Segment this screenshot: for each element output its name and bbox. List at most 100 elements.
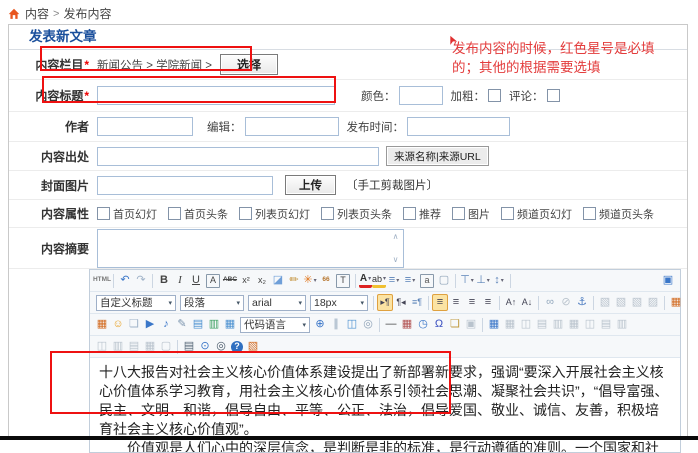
align-top-icon[interactable]: ⊤▾	[459, 272, 475, 289]
insert-col-icon[interactable]: ▥	[550, 316, 566, 333]
delete-col-icon[interactable]: ▥	[614, 316, 630, 333]
strikethrough-icon[interactable]: ABC	[222, 272, 238, 289]
attr-option[interactable]: 图片	[452, 206, 490, 222]
grid-icon[interactable]: ▦	[142, 338, 158, 355]
attr-checkbox[interactable]	[168, 207, 181, 220]
note-icon[interactable]: ▣	[463, 316, 479, 333]
align-bottom-icon[interactable]: ⊥▾	[475, 272, 491, 289]
attr-checkbox[interactable]	[501, 207, 514, 220]
video-icon[interactable]: ▶	[142, 316, 158, 333]
publish-time-input[interactable]	[407, 117, 510, 136]
spray-icon[interactable]: ✳▾	[302, 272, 318, 289]
attachment-icon[interactable]: ✎	[174, 316, 190, 333]
img-center-icon[interactable]: ▧	[613, 294, 629, 311]
align-center-icon[interactable]: ≡	[448, 294, 464, 311]
link-icon[interactable]: ∞	[542, 294, 558, 311]
col-props-icon[interactable]: ▤	[126, 338, 142, 355]
attr-option[interactable]: 列表页幻灯	[239, 206, 310, 222]
pagebreak-icon[interactable]: ∥	[328, 316, 344, 333]
attr-checkbox[interactable]	[583, 207, 596, 220]
code-language-select[interactable]: 代码语言▾	[240, 317, 310, 333]
align-justify-icon[interactable]: ≡	[480, 294, 496, 311]
map-icon[interactable]: ◎	[360, 316, 376, 333]
img-inline-icon[interactable]: ▨	[645, 294, 661, 311]
decrease-font-icon[interactable]: A↓	[519, 294, 535, 311]
editor-input[interactable]	[245, 117, 339, 136]
insert-row-icon[interactable]: ▤	[534, 316, 550, 333]
merge-cells-icon[interactable]: ▦	[566, 316, 582, 333]
unlink-icon[interactable]: ⊘	[558, 294, 574, 311]
attr-option[interactable]: 列表页头条	[321, 206, 392, 222]
delete-row-icon[interactable]: ▤	[598, 316, 614, 333]
text-tool-icon[interactable]: T	[336, 274, 350, 288]
attr-checkbox[interactable]	[239, 207, 252, 220]
music-icon[interactable]: ♪	[158, 316, 174, 333]
font-color-icon[interactable]: A▾	[359, 273, 372, 288]
embed-media-icon[interactable]: ▦	[222, 316, 238, 333]
hr-icon[interactable]: —	[383, 316, 399, 333]
eraser-icon[interactable]: ◪	[270, 272, 286, 289]
blockquote-icon[interactable]: 66	[318, 272, 334, 289]
attr-checkbox[interactable]	[97, 207, 110, 220]
anchor-icon[interactable]: ⚓	[574, 294, 590, 311]
special-char-icon[interactable]: Ω	[431, 316, 447, 333]
speech-bubble-icon[interactable]: ❏	[126, 316, 142, 333]
print-icon[interactable]: ▤	[181, 338, 197, 355]
unordered-list-icon[interactable]: ≡▾	[402, 272, 418, 289]
paste-icon[interactable]: ▧	[245, 338, 261, 355]
image-icon[interactable]: ▦	[94, 316, 110, 333]
attr-checkbox[interactable]	[321, 207, 334, 220]
paragraph-select[interactable]: 段落▾	[180, 295, 244, 311]
author-input[interactable]	[97, 117, 193, 136]
flash-icon[interactable]: ▥	[206, 316, 222, 333]
split-cell-icon[interactable]: ◫	[582, 316, 598, 333]
preview-icon[interactable]: ⊙	[197, 338, 213, 355]
textarea-scrollbar[interactable]: ∧∨	[389, 231, 402, 266]
table-outline-icon[interactable]: ◫	[94, 338, 110, 355]
html-source-icon[interactable]: HTML	[94, 272, 110, 289]
font-frame-icon[interactable]: A	[206, 274, 220, 288]
attr-option[interactable]: 推荐	[403, 206, 441, 222]
img-float-left-icon[interactable]: ▧	[597, 294, 613, 311]
attr-option[interactable]: 首页头条	[168, 206, 228, 222]
bold-icon[interactable]: B	[156, 272, 172, 289]
comment-icon[interactable]: ❏	[447, 316, 463, 333]
network-icon[interactable]: ⊕	[312, 316, 328, 333]
new-doc-icon[interactable]: ▢	[436, 272, 452, 289]
font-size-select[interactable]: 18px▾	[310, 295, 368, 311]
home-icon[interactable]	[8, 8, 25, 20]
upload-button[interactable]: 上传	[285, 175, 336, 195]
cell-prop-icon[interactable]: ◫	[518, 316, 534, 333]
clock-icon[interactable]: ◷	[415, 316, 431, 333]
choose-category-button[interactable]: 选择	[220, 54, 278, 75]
highlight-color-icon[interactable]: ab▾	[372, 273, 386, 288]
rtl-icon[interactable]: ¶◂	[393, 294, 409, 311]
align-left-icon[interactable]: ≡	[432, 294, 448, 311]
align-right-icon[interactable]: ≡	[464, 294, 480, 311]
clear-doc-icon[interactable]: ▢	[158, 338, 174, 355]
line-height-icon[interactable]: ↕▾	[491, 272, 507, 289]
ordered-list-icon[interactable]: ≡▾	[386, 272, 402, 289]
attr-option[interactable]: 频道页头条	[583, 206, 654, 222]
attr-option[interactable]: 首页幻灯	[97, 206, 157, 222]
breadcrumb-item-content[interactable]: 内容	[25, 5, 49, 22]
attr-checkbox[interactable]	[403, 207, 416, 220]
gallery-icon[interactable]: ▤	[190, 316, 206, 333]
title-input[interactable]	[97, 86, 335, 105]
cover-input[interactable]	[97, 176, 273, 195]
attr-checkbox[interactable]	[452, 207, 465, 220]
layout-icon[interactable]: ◫	[344, 316, 360, 333]
table-prop-icon[interactable]: ▦	[502, 316, 518, 333]
item-frame-icon[interactable]: a	[420, 274, 434, 288]
calendar-icon[interactable]: ▦	[399, 316, 415, 333]
format-brush-icon[interactable]: ✏	[286, 272, 302, 289]
bold-checkbox[interactable]	[488, 89, 501, 102]
row-props-icon[interactable]: ▥	[110, 338, 126, 355]
ltr-icon[interactable]: ▸¶	[377, 294, 393, 311]
source-name-url-button[interactable]: 来源名称|来源URL	[386, 146, 489, 166]
insert-table-icon[interactable]: ▦	[486, 316, 502, 333]
title-color-input[interactable]	[399, 86, 443, 105]
comment-checkbox[interactable]	[547, 89, 560, 102]
italic-icon[interactable]: I	[172, 272, 188, 289]
paragraph-format-icon[interactable]: ≡¶	[409, 294, 425, 311]
